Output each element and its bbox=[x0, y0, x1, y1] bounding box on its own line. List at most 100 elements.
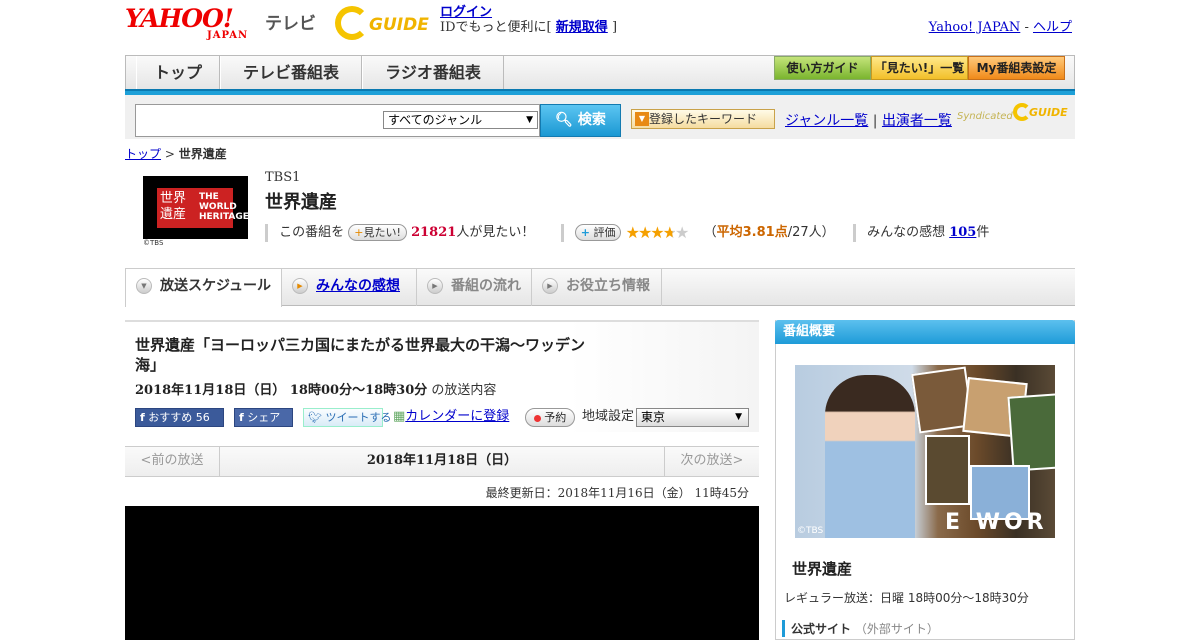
host-figure bbox=[825, 375, 915, 538]
program-logo-credit: ©TBS bbox=[143, 239, 164, 247]
star-icon: ★ bbox=[662, 223, 677, 242]
rating-paren: （ bbox=[703, 225, 717, 240]
registered-keyword-button[interactable]: ▼ 登録したキーワード bbox=[631, 109, 775, 129]
episode-date: 2018年11月18日（日） 18時00分～18時30分 bbox=[135, 383, 428, 398]
nav-tab-radio-listings[interactable]: ラジオ番組表 bbox=[362, 56, 504, 90]
chevron-right-icon: ▶ bbox=[542, 278, 558, 294]
impressions-unit: 件 bbox=[976, 225, 990, 240]
login-link[interactable]: ログイン bbox=[440, 5, 492, 20]
share-label: シェア bbox=[247, 411, 281, 424]
logo-text: YAHOO! bbox=[125, 4, 234, 33]
want-count: 21821 bbox=[411, 225, 457, 240]
tab-info[interactable]: ▶ お役立ち情報 bbox=[532, 269, 662, 306]
performer-list-link[interactable]: 出演者一覧 bbox=[882, 113, 952, 129]
image-tile bbox=[1007, 393, 1055, 472]
want-list-button[interactable]: 「見たい!」一覧 bbox=[871, 56, 968, 80]
tweet-label: ツイートする bbox=[325, 411, 392, 424]
official-site-text: 公式サイト bbox=[791, 622, 852, 636]
nav-tab-tv-listings[interactable]: テレビ番組表 bbox=[220, 56, 362, 90]
login-text-end: ] bbox=[611, 20, 618, 35]
next-broadcast-link[interactable]: 次の放送> bbox=[664, 447, 759, 476]
genre-list-link[interactable]: ジャンル一覧 bbox=[785, 113, 868, 129]
area-setting-label: 地域設定 bbox=[582, 409, 635, 424]
tab-schedule[interactable]: ▼ 放送スケジュール bbox=[125, 269, 282, 307]
breadcrumb-top-link[interactable]: トップ bbox=[125, 147, 161, 161]
header-links: Yahoo! JAPAN - ヘルプ bbox=[929, 16, 1072, 35]
syndicated-brand: GUIDE bbox=[1029, 106, 1068, 119]
tab-impressions-label: みんなの感想 bbox=[316, 278, 400, 294]
image-credit: ©TBS bbox=[797, 526, 824, 536]
area-select[interactable]: 東京 ▼ bbox=[636, 408, 749, 427]
site-header: YAHOO! JAPAN テレビ GUIDE ログイン IDでもっと便利に[ 新… bbox=[125, 4, 1075, 50]
want-button[interactable]: +見たい! bbox=[348, 224, 407, 241]
header-separator: - bbox=[1024, 20, 1029, 35]
image-tile bbox=[925, 435, 970, 505]
add-to-calendar-link[interactable]: ▦カレンダーに登録 bbox=[393, 408, 518, 427]
star-icon: ★ bbox=[674, 223, 689, 242]
star-icon: ★ bbox=[637, 223, 652, 242]
rating-average: 平均3.81点 bbox=[716, 225, 788, 240]
login-text: IDでもっと便利に[ bbox=[440, 20, 552, 35]
syndicated-label: Syndicated bbox=[957, 111, 1013, 122]
recommend-label: おすすめ bbox=[148, 411, 193, 424]
image-word: E WOR bbox=[945, 510, 1048, 535]
program-image: E WOR ©TBS bbox=[795, 365, 1055, 538]
video-player[interactable] bbox=[125, 506, 759, 640]
yahoo-japan-logo[interactable]: YAHOO! JAPAN テレビ bbox=[125, 4, 316, 42]
help-link[interactable]: ヘルプ bbox=[1033, 20, 1072, 35]
chevron-right-icon: ▶ bbox=[427, 278, 443, 294]
program-logo-kanji: 世界遺産 bbox=[160, 191, 187, 222]
breadcrumb-separator: > bbox=[164, 147, 175, 161]
area-selected: 東京 bbox=[641, 410, 666, 424]
tab-impressions[interactable]: ▶ みんなの感想 bbox=[282, 269, 417, 306]
chevron-down-icon: ▼ bbox=[136, 278, 152, 294]
tab-schedule-label: 放送スケジュール bbox=[160, 278, 272, 294]
search-button[interactable]: 🔍︎ 検索 bbox=[540, 104, 621, 137]
rating-stars: ★★★★★ bbox=[626, 223, 690, 242]
breadcrumb: トップ > 世界遺産 bbox=[125, 145, 227, 162]
gguide-logo[interactable]: GUIDE bbox=[335, 6, 435, 40]
tab-flow[interactable]: ▶ 番組の流れ bbox=[417, 269, 532, 306]
usage-guide-button[interactable]: 使い方ガイド bbox=[774, 56, 871, 80]
nav-tab-top[interactable]: トップ bbox=[136, 56, 220, 90]
search-icon: 🔍︎ bbox=[555, 112, 573, 128]
previous-broadcast-link[interactable]: <前の放送 bbox=[125, 447, 220, 476]
impressions-count-link[interactable]: 105 bbox=[949, 225, 976, 240]
gguide-text: GUIDE bbox=[369, 15, 429, 35]
current-broadcast-date: 2018年11月18日（日） bbox=[366, 453, 518, 468]
genre-selected: すべてのジャンル bbox=[388, 113, 483, 127]
reserve-button[interactable]: 予約 bbox=[525, 408, 575, 427]
rate-button[interactable]: + 評価 bbox=[574, 224, 622, 241]
impressions-label: みんなの感想 bbox=[867, 225, 946, 240]
tab-flow-label: 番組の流れ bbox=[451, 278, 521, 294]
facebook-icon: f bbox=[140, 411, 145, 424]
my-listing-settings-button[interactable]: My番組表設定 bbox=[968, 56, 1065, 80]
breadcrumb-current: 世界遺産 bbox=[178, 147, 227, 161]
sidebar-program-title: 世界遺産 bbox=[792, 560, 853, 578]
star-icon: ★ bbox=[650, 223, 664, 242]
genre-select[interactable]: すべてのジャンル ▼ bbox=[383, 111, 538, 129]
record-dot-icon bbox=[533, 414, 541, 422]
tweet-button[interactable]: 🐦︎ ツイートする bbox=[303, 408, 391, 427]
gguide-g-icon bbox=[335, 6, 369, 40]
login-area: ログイン IDでもっと便利に[ 新規取得 ] bbox=[440, 5, 617, 35]
facebook-icon: f bbox=[239, 411, 244, 424]
program-logo: 世界遺産 THE WORLD HERITAGE bbox=[143, 176, 249, 239]
main-column: 世界遺産「ヨーロッパ三カ国にまたがる世界最大の干潟～ワッデン海」 2018年11… bbox=[125, 320, 759, 640]
dropdown-arrow-icon: ▼ bbox=[635, 112, 649, 126]
divider bbox=[560, 223, 564, 242]
facebook-share-button[interactable]: f シェア bbox=[234, 408, 293, 427]
program-meta: この番組を +見たい! 21821人が見たい！ + 評価 ★★★★★ （平均3.… bbox=[265, 221, 990, 242]
plus-icon: + bbox=[354, 226, 364, 239]
program-overview-sidebar: 番組概要 E WOR ©TBS 世界遺産 レギュラー放送：日曜 18時00分～1… bbox=[775, 320, 1075, 640]
yahoo-japan-link[interactable]: Yahoo! JAPAN bbox=[929, 20, 1021, 35]
rate-button-label: 評価 bbox=[593, 226, 616, 239]
channel-name: TBS1 bbox=[265, 170, 301, 185]
program-subtabs: ▼ 放送スケジュール ▶ みんなの感想 ▶ 番組の流れ ▶ お役立ち情報 bbox=[125, 268, 1075, 307]
chevron-right-icon: ▶ bbox=[292, 278, 308, 294]
facebook-recommend-button[interactable]: f おすすめ 56 bbox=[135, 408, 224, 427]
episode-date-line: 2018年11月18日（日） 18時00分～18時30分 の放送内容 bbox=[135, 379, 496, 398]
divider bbox=[265, 223, 268, 242]
program-logo-english: THE WORLD HERITAGE bbox=[199, 192, 249, 222]
signup-link[interactable]: 新規取得 bbox=[556, 20, 608, 35]
